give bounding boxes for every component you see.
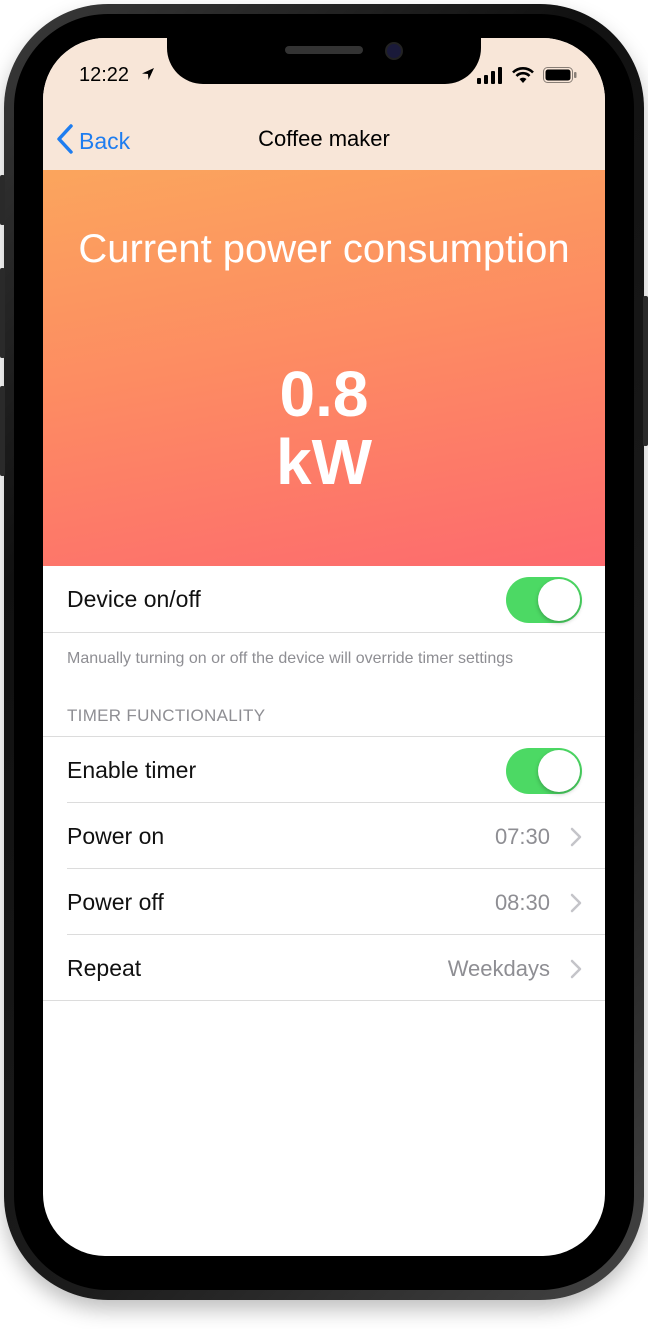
repeat-value: Weekdays bbox=[447, 956, 550, 981]
power-off-row[interactable]: Power off 08:30 bbox=[43, 869, 605, 935]
repeat-label: Repeat bbox=[67, 955, 142, 981]
wifi-icon bbox=[511, 66, 535, 89]
chevron-right-icon bbox=[570, 827, 582, 852]
enable-timer-switch[interactable] bbox=[506, 748, 582, 794]
enable-timer-label: Enable timer bbox=[67, 757, 197, 783]
front-camera bbox=[385, 42, 403, 60]
power-value: 0.8 bbox=[279, 358, 369, 430]
location-arrow-icon bbox=[140, 66, 156, 87]
power-consumption-value: 0.8 kW bbox=[43, 360, 605, 496]
power-button bbox=[643, 296, 648, 446]
volume-down-button bbox=[0, 386, 5, 476]
power-consumption-banner: Current power consumption 0.8 kW bbox=[43, 170, 605, 566]
enable-timer-row: Enable timer bbox=[43, 737, 605, 803]
power-on-label: Power on bbox=[67, 823, 165, 849]
signal-icon bbox=[477, 66, 503, 89]
power-off-value: 08:30 bbox=[494, 890, 550, 915]
toggle-knob bbox=[538, 750, 580, 792]
timer-section-header: TIMER FUNCTIONALITY bbox=[67, 706, 266, 725]
status-icons bbox=[477, 66, 577, 89]
device-toggle-footnote: Manually turning on or off the device wi… bbox=[67, 650, 514, 667]
volume-up-button bbox=[0, 268, 5, 358]
page-title: Coffee maker bbox=[258, 126, 390, 151]
toggle-knob bbox=[538, 579, 580, 621]
device-toggle-switch[interactable] bbox=[506, 577, 582, 623]
battery-icon bbox=[543, 67, 577, 88]
power-off-label: Power off bbox=[67, 889, 164, 915]
mute-switch bbox=[0, 175, 5, 225]
repeat-row[interactable]: Repeat Weekdays bbox=[43, 935, 605, 1001]
divider bbox=[43, 1000, 605, 1001]
divider bbox=[43, 632, 605, 633]
screen: 12:22 Back Coffee maker Current power co… bbox=[43, 38, 605, 1256]
device-toggle-row: Device on/off bbox=[43, 566, 605, 632]
power-on-row[interactable]: Power on 07:30 bbox=[43, 803, 605, 869]
chevron-right-icon bbox=[570, 893, 582, 918]
chevron-right-icon bbox=[570, 959, 582, 984]
power-on-value: 07:30 bbox=[494, 824, 550, 849]
power-unit: kW bbox=[276, 426, 372, 498]
device-toggle-label: Device on/off bbox=[67, 586, 201, 612]
speaker-grille bbox=[285, 46, 363, 54]
status-time: 12:22 bbox=[79, 64, 130, 86]
power-consumption-title: Current power consumption bbox=[78, 227, 570, 271]
notch bbox=[167, 38, 481, 84]
